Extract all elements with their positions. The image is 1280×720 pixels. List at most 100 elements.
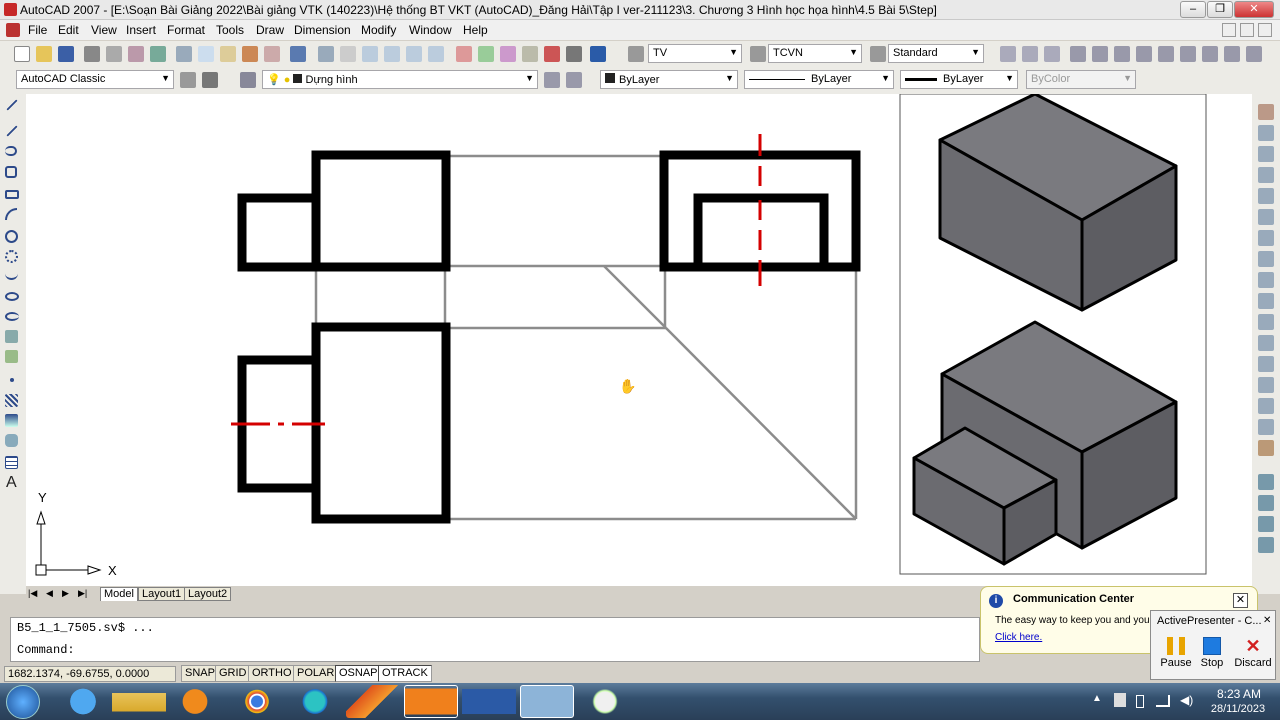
tray-security-icon[interactable] bbox=[1114, 693, 1126, 707]
text-style-select[interactable]: TV ▼ bbox=[648, 44, 742, 63]
save-icon[interactable] bbox=[58, 46, 74, 62]
last-tab-button[interactable]: ▶| bbox=[78, 588, 87, 599]
discard-button[interactable]: ✕ Discard bbox=[1231, 637, 1275, 677]
start-button[interactable] bbox=[6, 685, 40, 719]
tab-model[interactable]: Model bbox=[100, 587, 138, 601]
copy-icon[interactable] bbox=[198, 46, 214, 62]
tab-layout1[interactable]: Layout1 bbox=[138, 587, 186, 601]
menu-window[interactable]: Window bbox=[409, 23, 452, 37]
matlab-icon[interactable] bbox=[346, 685, 400, 718]
join-icon[interactable] bbox=[1258, 377, 1274, 393]
rotate-icon[interactable] bbox=[1258, 230, 1274, 246]
zoom-extents-icon[interactable] bbox=[428, 46, 444, 62]
my-workspace-icon[interactable] bbox=[202, 72, 218, 88]
chamfer-icon[interactable] bbox=[1258, 398, 1274, 414]
otrack-toggle[interactable]: OTRACK bbox=[378, 665, 432, 682]
workspace-select[interactable]: AutoCAD Classic ▼ bbox=[16, 70, 174, 89]
construction-line-icon[interactable] bbox=[6, 125, 18, 137]
layer-previous-icon[interactable] bbox=[566, 72, 582, 88]
ellipse-arc-icon[interactable] bbox=[5, 312, 19, 321]
doc-minimize-button[interactable] bbox=[1222, 23, 1236, 37]
sheet-set-icon[interactable] bbox=[522, 46, 538, 62]
undo-icon[interactable] bbox=[290, 46, 306, 62]
copy-object-icon[interactable] bbox=[1258, 125, 1274, 141]
point-icon[interactable] bbox=[10, 378, 14, 382]
array-icon[interactable] bbox=[1258, 188, 1274, 204]
chrome-icon[interactable] bbox=[230, 685, 284, 718]
menu-file[interactable]: File bbox=[28, 23, 47, 37]
scale-icon[interactable] bbox=[1258, 251, 1274, 267]
draworder-icon-4[interactable] bbox=[1258, 537, 1274, 553]
workspace-settings-icon[interactable] bbox=[180, 72, 196, 88]
explode-icon[interactable] bbox=[1258, 440, 1274, 456]
color-select[interactable]: ByLayer ▼ bbox=[600, 70, 738, 89]
layer-manager-icon[interactable] bbox=[240, 72, 256, 88]
modify2-icon-6[interactable] bbox=[1180, 46, 1196, 62]
open-icon[interactable] bbox=[36, 46, 52, 62]
make-block-icon[interactable] bbox=[5, 350, 18, 363]
calculator-icon[interactable] bbox=[566, 46, 582, 62]
fillet-icon[interactable] bbox=[1258, 419, 1274, 435]
media-player-icon[interactable] bbox=[168, 685, 222, 718]
tray-network-icon[interactable] bbox=[1156, 695, 1170, 707]
extend-icon[interactable] bbox=[1258, 314, 1274, 330]
next-tab-button[interactable]: ▶ bbox=[62, 588, 69, 599]
region-icon[interactable] bbox=[5, 434, 18, 447]
spline-icon[interactable] bbox=[5, 272, 18, 280]
move-icon[interactable] bbox=[1258, 209, 1274, 225]
make-object-layer-current-icon[interactable] bbox=[544, 72, 560, 88]
paste-icon[interactable] bbox=[220, 46, 236, 62]
trim-icon[interactable] bbox=[1258, 293, 1274, 309]
arc-icon[interactable] bbox=[5, 208, 17, 220]
edge-icon[interactable] bbox=[288, 685, 342, 718]
first-tab-button[interactable]: |◀ bbox=[28, 588, 37, 599]
tool-palettes-icon[interactable] bbox=[500, 46, 516, 62]
clock-time[interactable]: 8:23 AM bbox=[1208, 687, 1270, 701]
insert-block-icon[interactable] bbox=[5, 330, 18, 343]
draworder-icon-2[interactable] bbox=[1258, 495, 1274, 511]
multiline-text-icon[interactable]: A bbox=[6, 474, 17, 492]
internet-explorer-icon[interactable] bbox=[56, 685, 110, 718]
linetype-select[interactable]: ByLayer ▼ bbox=[744, 70, 894, 89]
cut-icon[interactable] bbox=[176, 46, 192, 62]
break-at-point-icon[interactable] bbox=[1258, 335, 1274, 351]
polar-toggle[interactable]: POLAR bbox=[293, 665, 339, 682]
ellipse-icon[interactable] bbox=[5, 292, 19, 301]
grid-toggle[interactable]: GRID bbox=[215, 665, 251, 682]
viewport-icon-2[interactable] bbox=[1022, 46, 1038, 62]
menu-dimension[interactable]: Dimension bbox=[294, 23, 351, 37]
zoom-realtime-icon[interactable] bbox=[362, 46, 378, 62]
tray-up-arrow-icon[interactable]: ▲ bbox=[1092, 693, 1102, 704]
activepresenter-close-button[interactable]: ✕ bbox=[1263, 615, 1271, 626]
drawing-canvas[interactable]: Y X ✋ bbox=[26, 92, 1252, 586]
modify2-icon-2[interactable] bbox=[1092, 46, 1108, 62]
viewport-icon-3[interactable] bbox=[1044, 46, 1060, 62]
hatch-icon[interactable] bbox=[5, 394, 18, 407]
table-style-select[interactable]: Standard ▼ bbox=[888, 44, 984, 63]
coordinates-readout[interactable]: 1682.1374, -69.6755, 0.0000 bbox=[4, 666, 176, 682]
balloon-close-button[interactable]: ✕ bbox=[1233, 593, 1248, 608]
stretch-icon[interactable] bbox=[1258, 272, 1274, 288]
modify2-icon-7[interactable] bbox=[1202, 46, 1218, 62]
help-icon[interactable] bbox=[590, 46, 606, 62]
polyline-icon[interactable] bbox=[5, 146, 17, 156]
polygon-icon[interactable] bbox=[5, 166, 17, 178]
redo-icon[interactable] bbox=[318, 46, 334, 62]
publish-icon[interactable] bbox=[128, 46, 144, 62]
rectangle-icon[interactable] bbox=[5, 190, 19, 199]
modify2-icon-1[interactable] bbox=[1070, 46, 1086, 62]
menu-insert[interactable]: Insert bbox=[126, 23, 156, 37]
snap-toggle[interactable]: SNAP bbox=[181, 665, 219, 682]
zoom-previous-icon[interactable] bbox=[406, 46, 422, 62]
modify2-icon-3[interactable] bbox=[1114, 46, 1130, 62]
modify2-icon-4[interactable] bbox=[1136, 46, 1152, 62]
draworder-icon-3[interactable] bbox=[1258, 516, 1274, 532]
lineweight-select[interactable]: ByLayer ▼ bbox=[900, 70, 1018, 89]
mirror-icon[interactable] bbox=[1258, 146, 1274, 162]
dim-style-select[interactable]: TCVN ▼ bbox=[768, 44, 862, 63]
viewport-icon-1[interactable] bbox=[1000, 46, 1016, 62]
offset-icon[interactable] bbox=[1258, 167, 1274, 183]
3d-dwf-icon[interactable] bbox=[150, 46, 166, 62]
stop-button[interactable]: Stop bbox=[1195, 637, 1229, 677]
doc-restore-button[interactable] bbox=[1240, 23, 1254, 37]
